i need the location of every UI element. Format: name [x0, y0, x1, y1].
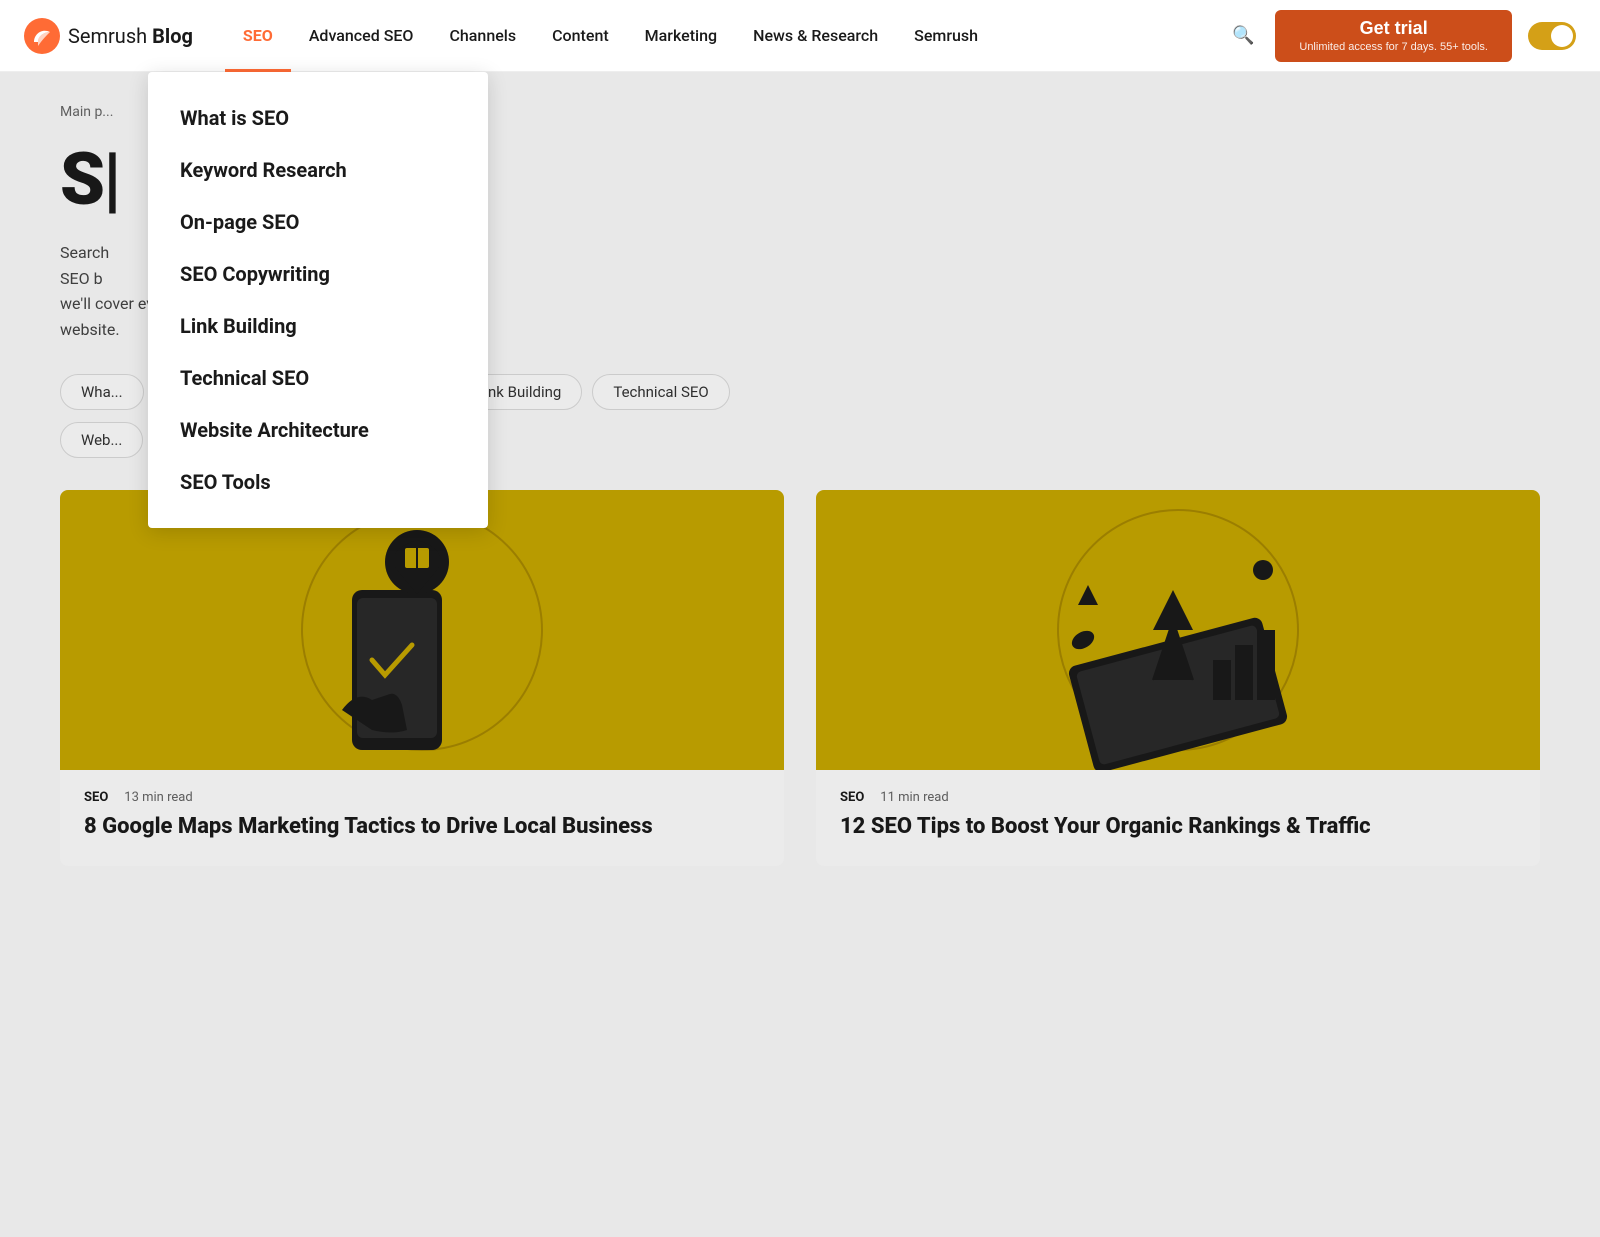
card-tag-2: SEO	[840, 790, 864, 805]
seo-dropdown-menu: What is SEO Keyword Research On-page SEO…	[148, 72, 488, 528]
dropdown-item-seo-copywriting[interactable]: SEO Copywriting	[148, 248, 488, 300]
card-image-2	[816, 490, 1540, 770]
card-read-time-1: 13 min read	[124, 790, 192, 805]
article-cards: SEO 13 min read 8 Google Maps Marketing …	[60, 490, 1540, 866]
main-nav: SEO Advanced SEO Channels Content Market…	[225, 0, 1227, 72]
filter-pill-what[interactable]: Wha...	[60, 374, 144, 410]
nav-item-content[interactable]: Content	[534, 0, 627, 72]
filter-pill-website-architecture[interactable]: Web...	[60, 422, 143, 458]
card-meta-2: SEO 11 min read	[816, 770, 1540, 813]
filter-pill-technical-seo[interactable]: Technical SEO	[592, 374, 729, 410]
dropdown-item-on-page-seo[interactable]: On-page SEO	[148, 196, 488, 248]
get-trial-button[interactable]: Get trial Unlimited access for 7 days. 5…	[1275, 10, 1512, 62]
search-button[interactable]: 🔍	[1227, 20, 1259, 52]
card-title-2: 12 SEO Tips to Boost Your Organic Rankin…	[816, 813, 1540, 866]
nav-item-channels[interactable]: Channels	[431, 0, 534, 72]
nav-item-news-research[interactable]: News & Research	[735, 0, 896, 72]
dropdown-item-website-architecture[interactable]: Website Architecture	[148, 404, 488, 456]
dropdown-item-what-is-seo[interactable]: What is SEO	[148, 92, 488, 144]
dropdown-item-link-building[interactable]: Link Building	[148, 300, 488, 352]
nav-item-seo[interactable]: SEO	[225, 0, 291, 72]
card-read-time-2: 11 min read	[880, 790, 948, 805]
dropdown-item-keyword-research[interactable]: Keyword Research	[148, 144, 488, 196]
dropdown-item-technical-seo[interactable]: Technical SEO	[148, 352, 488, 404]
logo-text: Semrush Blog	[68, 24, 193, 48]
card-tag-1: SEO	[84, 790, 108, 805]
nav-item-advanced-seo[interactable]: Advanced SEO	[291, 0, 432, 72]
semrush-logo-icon	[24, 18, 60, 54]
article-card-1[interactable]: SEO 13 min read 8 Google Maps Marketing …	[60, 490, 784, 866]
theme-toggle[interactable]	[1528, 22, 1576, 50]
header-right: 🔍 Get trial Unlimited access for 7 days.…	[1227, 10, 1576, 62]
logo[interactable]: Semrush Blog	[24, 18, 193, 54]
card-title-1: 8 Google Maps Marketing Tactics to Drive…	[60, 813, 784, 866]
article-card-2[interactable]: SEO 11 min read 12 SEO Tips to Boost You…	[816, 490, 1540, 866]
nav-item-semrush[interactable]: Semrush	[896, 0, 996, 72]
dropdown-item-seo-tools[interactable]: SEO Tools	[148, 456, 488, 508]
card-meta-1: SEO 13 min read	[60, 770, 784, 813]
nav-item-marketing[interactable]: Marketing	[627, 0, 735, 72]
header: Semrush Blog SEO Advanced SEO Channels C…	[0, 0, 1600, 72]
card-image-1	[60, 490, 784, 770]
